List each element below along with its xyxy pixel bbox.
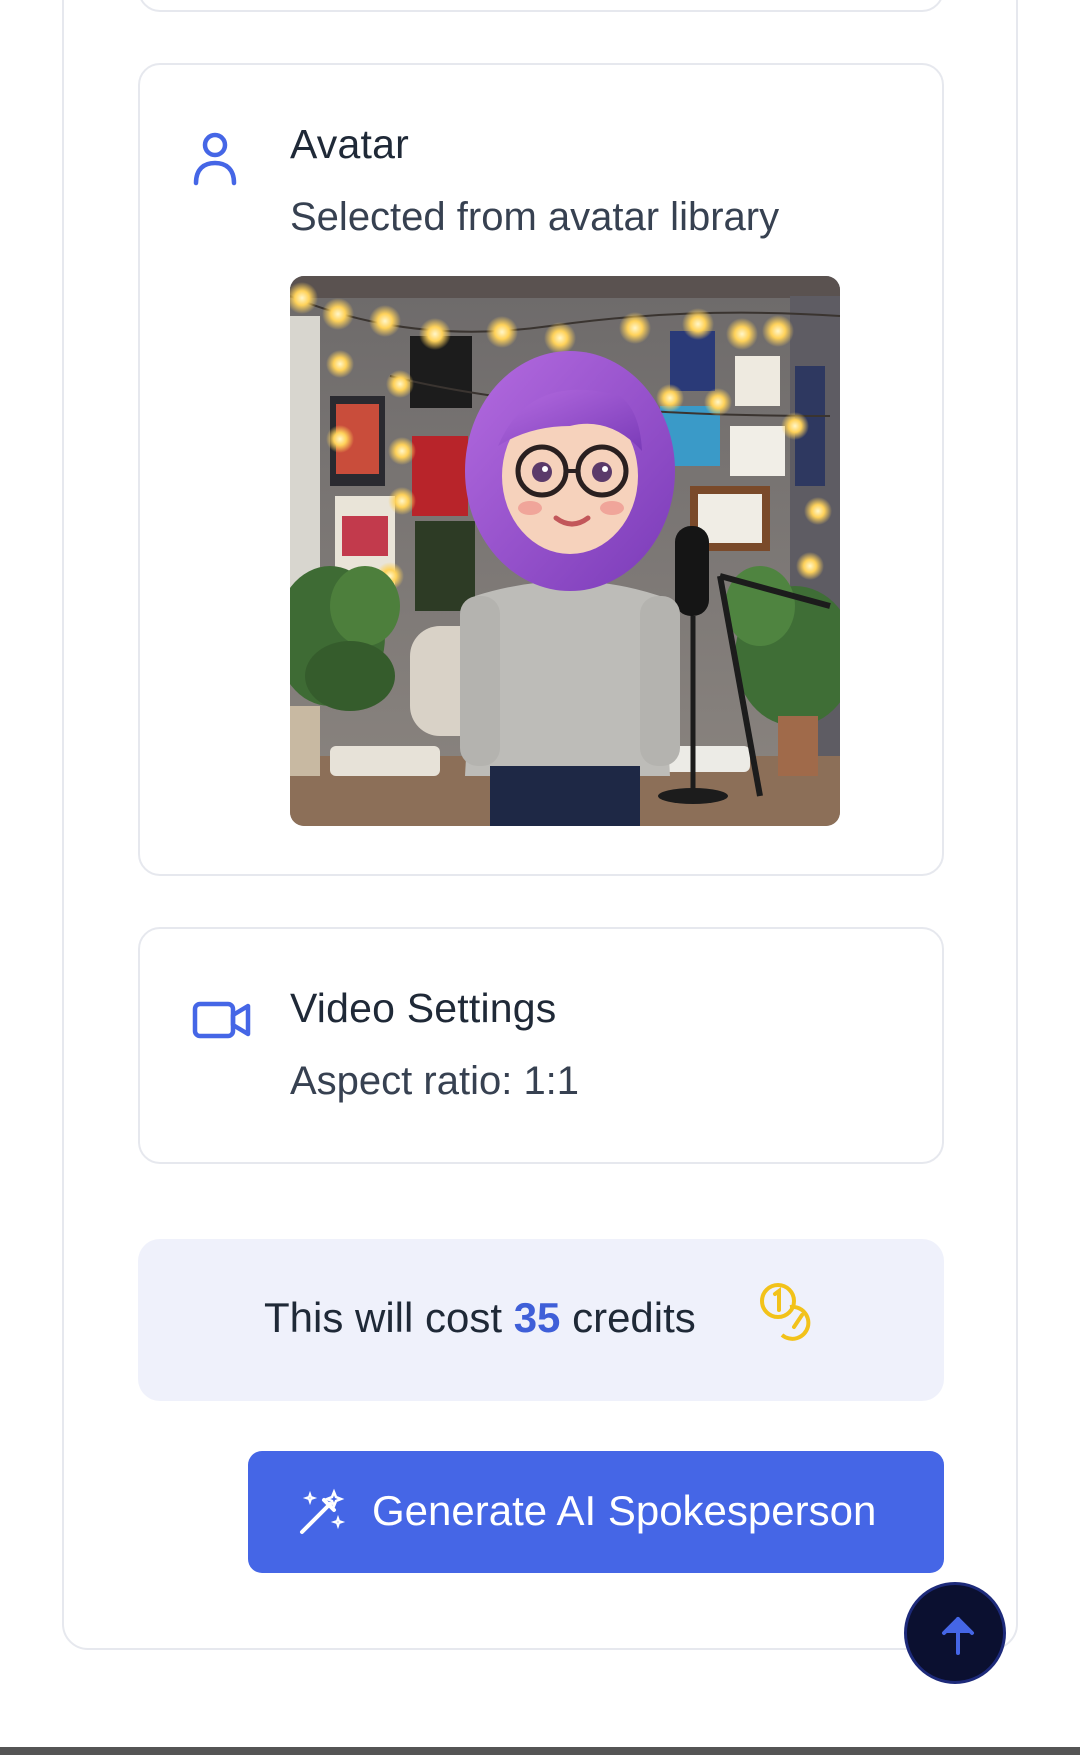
aspect-ratio-text: Aspect ratio: 1:1 — [290, 1059, 580, 1103]
cost-text: This will cost 35 credits — [264, 1294, 696, 1342]
magic-wand-icon — [296, 1488, 346, 1548]
generate-button-label: Generate AI Spokesperson — [372, 1487, 877, 1534]
avatar-image[interactable] — [290, 276, 840, 826]
avatar-subtitle: Selected from avatar library — [290, 195, 780, 239]
video-camera-icon — [192, 1000, 252, 1045]
cost-amount: 35 — [513, 1294, 561, 1341]
avatar-title: Avatar — [290, 121, 409, 167]
video-settings-card: Video Settings Aspect ratio: 1:1 — [138, 927, 944, 1164]
avatar-card: Avatar Selected from avatar library — [138, 63, 944, 876]
generate-ai-spokesperson-button[interactable]: Generate AI Spokesperson — [248, 1451, 944, 1573]
cost-notice: This will cost 35 credits — [138, 1239, 944, 1401]
cost-prefix: This will cost — [264, 1294, 514, 1341]
video-settings-title: Video Settings — [290, 985, 557, 1031]
coins-icon — [756, 1279, 818, 1346]
person-icon — [192, 131, 238, 192]
page: Avatar Selected from avatar library Vide… — [0, 0, 1080, 1755]
system-bottom-bar — [0, 1747, 1080, 1755]
scroll-to-top-button[interactable] — [904, 1582, 1006, 1684]
previous-card — [138, 0, 944, 12]
cost-suffix: credits — [560, 1294, 696, 1341]
